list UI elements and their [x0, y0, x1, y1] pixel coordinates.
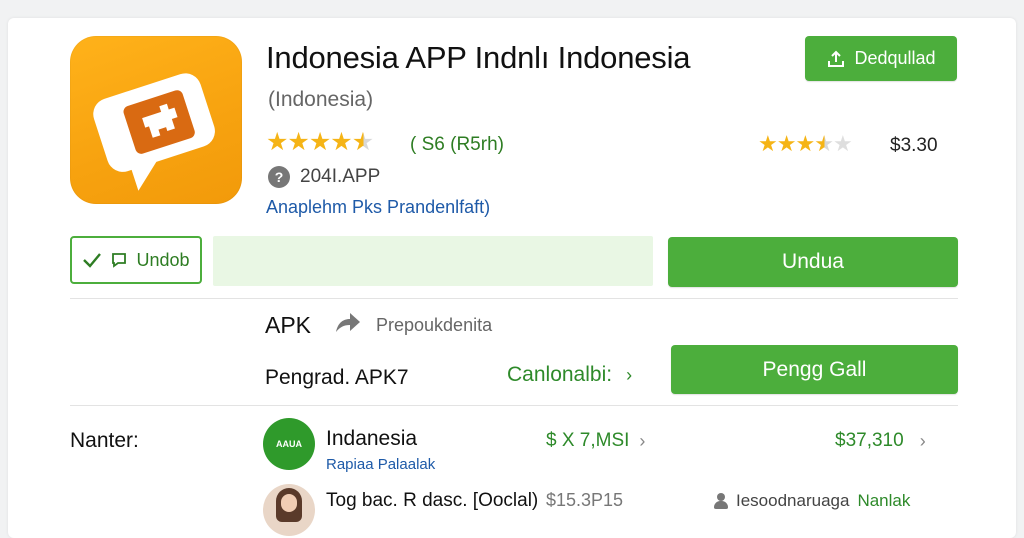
download-progress-bar	[213, 236, 653, 286]
developer-row: ? 204I.APP	[268, 166, 380, 188]
chevron-right-icon: ›	[919, 430, 926, 451]
chevron-right-icon: ›	[639, 430, 646, 451]
app-subtitle: (Indonesia)	[268, 88, 374, 111]
name-label: Nanter:	[70, 429, 139, 452]
half-star-icon: ★	[351, 128, 374, 156]
half-star-icon: ★	[814, 131, 834, 156]
star-icon: ★	[776, 131, 797, 156]
star-icon: ★	[795, 131, 815, 156]
download-button[interactable]: Dedqullad	[805, 36, 957, 81]
avatar: AAUA	[263, 418, 315, 470]
list-item-value[interactable]: $ X 7,MSI ›	[546, 430, 645, 452]
app-title: Indonesia APP Indnlı Indonesia	[266, 40, 691, 75]
upload-icon	[828, 50, 845, 67]
avatar	[263, 484, 315, 536]
divider	[70, 298, 958, 299]
cancel-link[interactable]: Canlonalbi: ›	[507, 363, 632, 387]
user-icon	[714, 493, 728, 509]
list-item-price: $15.3P15	[546, 490, 624, 510]
divider	[70, 405, 958, 406]
check-icon	[83, 253, 102, 268]
star-icon: ★	[287, 128, 309, 156]
star-icon: ★	[308, 128, 331, 156]
rating-stars-secondary: ★ ★ ★ ★ ★	[758, 131, 853, 156]
unduh-button[interactable]: Undua	[668, 237, 958, 287]
list-item-price[interactable]: $37,310 ›	[835, 430, 926, 452]
pengrad-label: Pengrad. APK7	[265, 366, 409, 389]
app-icon	[70, 36, 242, 204]
app-category-link[interactable]: Anaplehm Pks Prandenlfaft)	[266, 197, 490, 218]
list-item-name[interactable]: Tog bac. R dasc. [Ooclal)	[326, 490, 538, 512]
empty-star-icon: ★	[832, 131, 853, 156]
star-icon: ★	[266, 128, 288, 156]
list-item-value-label: $ X 7,MSI	[546, 430, 630, 451]
cancel-link-label: Canlonalbi:	[507, 363, 613, 386]
chat-bubble-logo-icon	[93, 73, 215, 191]
developer-badge-icon: ?	[268, 166, 290, 188]
undob-button[interactable]: Undob	[70, 236, 202, 284]
share-arrow-icon[interactable]	[332, 310, 362, 336]
star-icon: ★	[758, 131, 778, 156]
list-item-price-label: $37,310	[835, 430, 904, 451]
pengg-button[interactable]: Pengg Gall	[671, 345, 958, 394]
chat-icon	[112, 253, 127, 268]
list-item-name[interactable]: Indanesia	[326, 427, 417, 451]
unduh-button-label: Undua	[782, 250, 844, 273]
rating-count: ( S6 (R5rh)	[410, 134, 504, 155]
download-button-label: Dedqullad	[854, 48, 936, 68]
pengg-button-label: Pengg Gall	[762, 357, 867, 381]
star-icon: ★	[330, 128, 352, 156]
undob-button-label: Undob	[136, 249, 190, 270]
chevron-right-icon: ›	[626, 364, 633, 385]
developer-name: 204I.APP	[300, 166, 381, 187]
list-item-meta-text: Iesoodnaruaga	[736, 491, 850, 510]
list-item-subtitle[interactable]: Rapiaa Palaalak	[326, 456, 435, 473]
list-item-meta[interactable]: Iesoodnaruaga Nanlak	[714, 491, 910, 511]
app-price: $3.30	[890, 135, 938, 156]
apk-label: APK	[265, 312, 312, 338]
rating-stars: ★ ★ ★ ★ ★	[266, 128, 374, 156]
list-item-meta-link[interactable]: Nanlak	[857, 491, 910, 511]
share-text: Prepoukdenita	[376, 315, 493, 335]
